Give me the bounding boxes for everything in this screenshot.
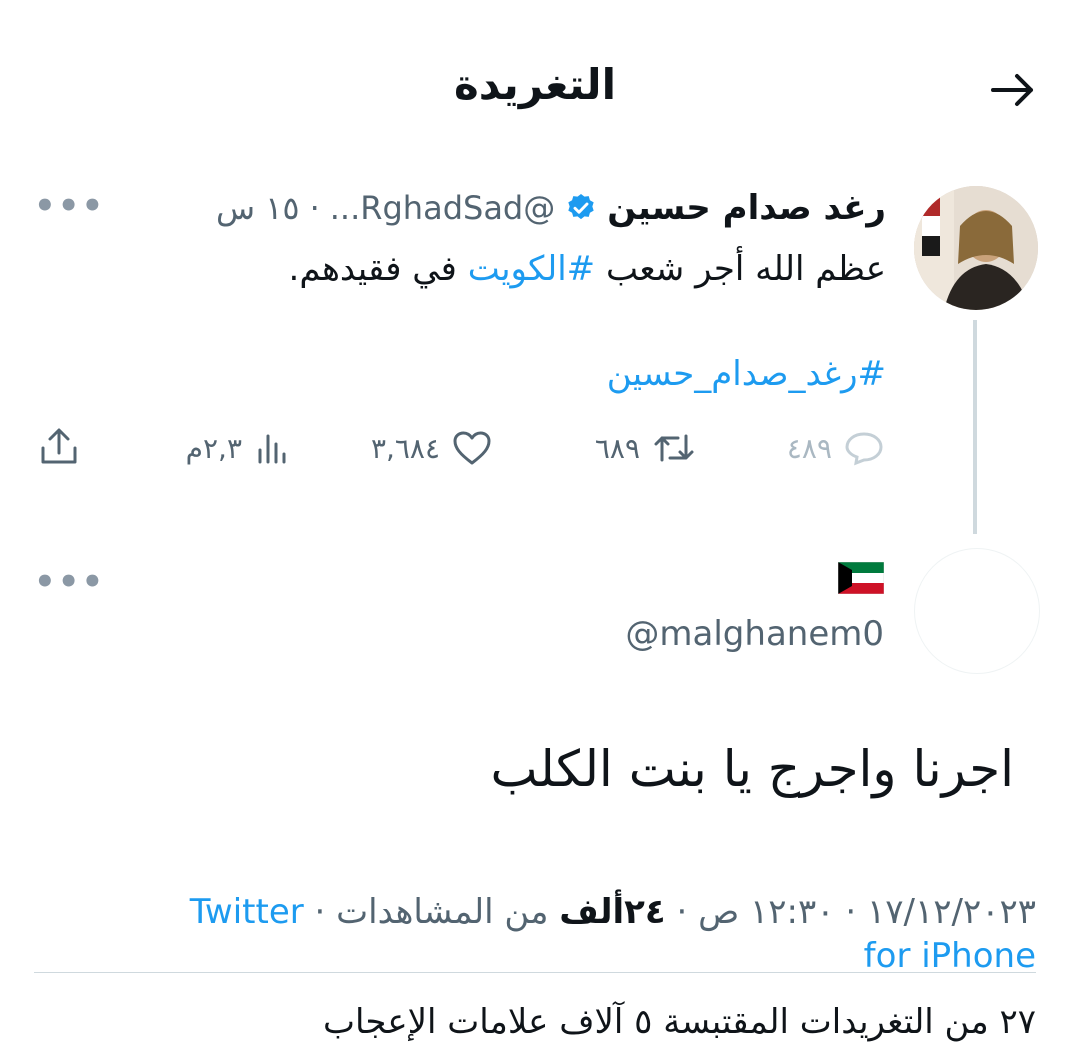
date-time[interactable]: ١٧/١٢/٢٠٢٣ · ١٢:٣٠ ص ·: [666, 892, 1036, 932]
views-count: ٢,٣م: [185, 431, 242, 465]
like-count: ٣,٦٨٤: [370, 431, 440, 465]
retweet-button[interactable]: ٦٨٩: [595, 430, 696, 466]
tweet-text: عظم الله أجر شعب #الكويت في فقيدهم.: [289, 247, 886, 291]
verified-badge-icon: [568, 194, 594, 220]
reply-avatar[interactable]: [914, 548, 1040, 674]
separator-dot: ·: [309, 189, 320, 227]
engagement-summary: ٢٧ من التغريدات المقتبسة ٥ آلاف علامات ا…: [323, 1002, 1036, 1042]
tweet-time[interactable]: ١٥ س: [216, 189, 300, 227]
share-icon: [41, 428, 77, 464]
like-button[interactable]: ٣,٦٨٤: [371, 430, 492, 466]
views-button[interactable]: ٢,٣م: [186, 430, 290, 466]
kuwait-flag: 🇰🇼: [837, 561, 885, 603]
share-button[interactable]: [38, 426, 80, 472]
hashtag-link[interactable]: #الكويت: [468, 249, 595, 289]
avatar-photo: [914, 186, 1038, 310]
back-button[interactable]: [982, 62, 1042, 118]
reply-handle[interactable]: @malghanem0: [625, 614, 884, 654]
divider: [34, 972, 1036, 973]
views-label: من المشاهدات ·: [303, 892, 560, 932]
more-options-icon[interactable]: •••: [34, 186, 105, 226]
reply-icon: [845, 432, 883, 466]
tweet-text-pre: عظم الله أجر شعب: [595, 249, 886, 289]
retweet-icon: [654, 434, 694, 462]
source-link[interactable]: Twitter: [190, 892, 304, 932]
reply-text: اجرنا واجرج يا بنت الكلب: [490, 740, 1014, 798]
hashtag-link-name[interactable]: #رغد_صدام_حسين: [607, 354, 886, 394]
reply-count: ٤٨٩: [786, 431, 832, 465]
analytics-icon: [258, 434, 286, 464]
thread-line: [973, 320, 977, 534]
avatar[interactable]: [914, 186, 1038, 310]
user-handle[interactable]: ...RghadSad@: [330, 189, 556, 227]
page-title: التغريدة: [454, 60, 616, 109]
display-name[interactable]: رغد صدام حسين: [607, 188, 886, 228]
reply-more-options-icon[interactable]: •••: [34, 562, 105, 602]
heart-icon: [453, 431, 491, 465]
retweet-count: ٦٨٩: [594, 431, 640, 465]
tweet-text-post: في فقيدهم.: [288, 249, 468, 289]
reply-button[interactable]: ٤٨٩: [787, 430, 884, 466]
tweet-header: رغد صدام حسين ...RghadSad@ · ١٥ س: [216, 188, 886, 228]
arrow-right-icon: [991, 74, 1033, 106]
views-total: ٢٤ألف: [559, 892, 666, 932]
tweet-meta: ١٧/١٢/٢٠٢٣ · ١٢:٣٠ ص · ٢٤ألف من المشاهدا…: [190, 890, 1036, 978]
kuwait-flag-icon: [837, 561, 885, 595]
